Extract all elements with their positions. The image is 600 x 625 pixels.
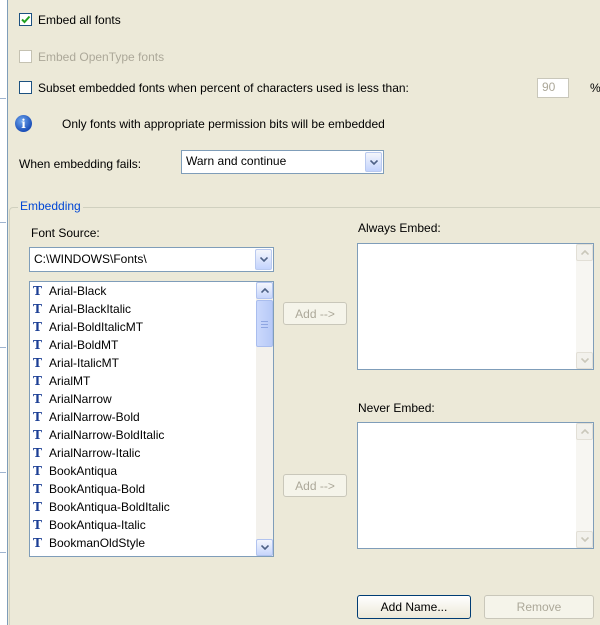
never-embed-label: Never Embed:: [358, 401, 435, 415]
info-icon: i: [15, 115, 32, 132]
add-to-never-embed-button[interactable]: Add -->: [283, 474, 347, 497]
chevron-down-icon: [580, 537, 589, 542]
never-embed-scrollbar: [576, 423, 593, 548]
font-list-item[interactable]: T Arial-BoldMT: [33, 338, 118, 353]
chevron-down-icon[interactable]: [365, 152, 382, 172]
permission-info-text: Only fonts with appropriate permission b…: [62, 117, 385, 131]
font-name: ArialNarrow-BoldItalic: [49, 428, 165, 442]
scroll-down-button: [576, 352, 593, 369]
truetype-font-icon: T: [33, 428, 42, 442]
truetype-font-icon: T: [33, 482, 42, 496]
embed-opentype-fonts-label: Embed OpenType fonts: [38, 50, 165, 64]
truetype-font-icon: T: [33, 338, 42, 352]
font-name: Arial-BoldMT: [49, 338, 119, 352]
never-embed-list[interactable]: [357, 422, 594, 549]
embedding-group-title: Embedding: [18, 199, 83, 213]
font-list-item[interactable]: T BookAntiqua-Italic: [33, 518, 146, 533]
font-list-item[interactable]: T BookAntiqua-Bold: [33, 482, 145, 497]
chevron-down-icon: [580, 358, 589, 363]
chevron-up-icon: [580, 250, 589, 255]
font-name: ArialMT: [49, 374, 91, 388]
font-name: Arial-BoldItalicMT: [49, 320, 144, 334]
font-name: BookmanOldStyle: [49, 536, 146, 550]
truetype-font-icon: T: [33, 464, 42, 478]
truetype-font-icon: T: [33, 284, 42, 298]
font-list-item[interactable]: T ArialNarrow: [33, 392, 112, 407]
truetype-font-icon: T: [33, 302, 42, 316]
subset-fonts-checkbox[interactable]: [19, 81, 32, 94]
left-edge-rail: [0, 0, 8, 625]
truetype-font-icon: T: [33, 518, 42, 532]
truetype-font-icon: T: [33, 410, 42, 424]
add-name-button[interactable]: Add Name...: [357, 595, 471, 619]
always-embed-label: Always Embed:: [358, 221, 441, 235]
font-name: ArialNarrow-Italic: [49, 446, 141, 460]
font-list-item[interactable]: T Arial-BlackItalic: [33, 302, 131, 317]
font-source-value: C:\WINDOWS\Fonts\: [34, 252, 147, 266]
add-to-always-embed-button[interactable]: Add -->: [283, 302, 347, 325]
scroll-thumb[interactable]: [256, 300, 273, 347]
font-list-item[interactable]: T Arial-ItalicMT: [33, 356, 119, 371]
font-source-label: Font Source:: [31, 226, 100, 240]
chevron-up-icon: [260, 288, 269, 293]
font-list-item[interactable]: T BookAntiqua-BoldItalic: [33, 500, 170, 515]
font-list-scrollbar[interactable]: [256, 282, 273, 556]
font-name: Arial-ItalicMT: [49, 356, 120, 370]
checkmark-icon: [21, 15, 31, 24]
font-name: BookAntiqua-Bold: [49, 482, 146, 496]
font-list-item[interactable]: T BookAntiqua: [33, 464, 117, 479]
truetype-font-icon: T: [33, 374, 42, 388]
scroll-up-button: [576, 244, 593, 261]
font-list-item[interactable]: T ArialNarrow-BoldItalic: [33, 428, 164, 443]
subset-fonts-label: Subset embedded fonts when percent of ch…: [38, 81, 409, 95]
scroll-down-button: [576, 531, 593, 548]
embedding-fails-value: Warn and continue: [186, 154, 287, 168]
subset-percent-input: 90: [537, 78, 569, 98]
truetype-font-icon: T: [33, 500, 42, 514]
font-list-item[interactable]: T ArialNarrow-Italic: [33, 446, 140, 461]
font-name: ArialNarrow: [49, 392, 112, 406]
scroll-up-button[interactable]: [256, 282, 273, 299]
font-name: BookAntiqua-BoldItalic: [49, 500, 170, 514]
font-name: Arial-BlackItalic: [49, 302, 132, 316]
font-source-dropdown[interactable]: C:\WINDOWS\Fonts\: [29, 247, 274, 272]
truetype-font-icon: T: [33, 356, 42, 370]
embedding-fails-dropdown[interactable]: Warn and continue: [181, 150, 384, 174]
percent-sign: %: [590, 81, 600, 95]
scroll-down-button[interactable]: [256, 539, 273, 556]
font-list-item[interactable]: T ArialNarrow-Bold: [33, 410, 140, 425]
always-embed-scrollbar: [576, 244, 593, 369]
font-name: BookAntiqua-Italic: [49, 518, 146, 532]
scroll-up-button: [576, 423, 593, 440]
font-list-item[interactable]: T ArialMT: [33, 374, 90, 389]
font-list-item[interactable]: T Arial-Black: [33, 284, 106, 299]
font-name: Arial-Black: [49, 284, 107, 298]
font-list-item[interactable]: T BookmanOldStyle: [33, 536, 145, 551]
font-name: BookAntiqua: [49, 464, 118, 478]
chevron-up-icon: [580, 429, 589, 434]
font-list-item[interactable]: T Arial-BoldItalicMT: [33, 320, 143, 335]
truetype-font-icon: T: [33, 392, 42, 406]
embed-opentype-fonts-checkbox: [19, 50, 32, 63]
chevron-down-icon[interactable]: [255, 249, 272, 270]
font-list[interactable]: T Arial-Black T Arial-BlackItalic T Arial-Bol…: [29, 281, 274, 557]
chevron-down-icon: [260, 545, 269, 550]
truetype-font-icon: T: [33, 320, 42, 334]
embedding-fails-label: When embedding fails:: [19, 157, 142, 171]
font-name: ArialNarrow-Bold: [49, 410, 140, 424]
embed-all-fonts-checkbox[interactable]: [19, 13, 32, 26]
remove-button[interactable]: Remove: [484, 595, 594, 619]
truetype-font-icon: T: [33, 536, 42, 550]
embed-all-fonts-label: Embed all fonts: [38, 13, 121, 27]
always-embed-list[interactable]: [357, 243, 594, 370]
truetype-font-icon: T: [33, 446, 42, 460]
